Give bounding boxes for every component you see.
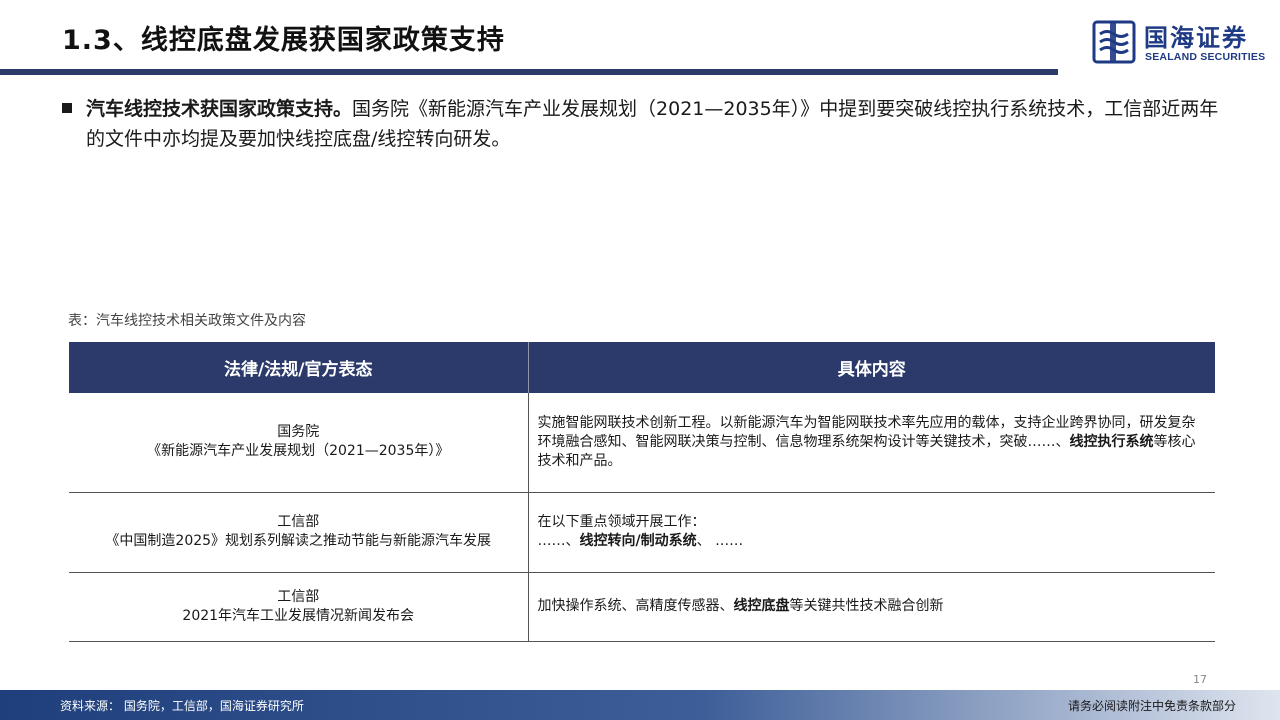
table-header-row: 法律/法规/官方表态 具体内容 bbox=[69, 342, 1215, 393]
policy-source-cell: 工信部 2021年汽车工业发展情况新闻发布会 bbox=[69, 572, 529, 642]
policy-issuer: 国务院 bbox=[277, 424, 320, 441]
sealand-logo-icon bbox=[1092, 20, 1136, 64]
table-row: 工信部 《中国制造2025》规划系列解读之推动节能与新能源汽车发展 在以下重点领… bbox=[69, 492, 1215, 573]
content-highlight: 线控转向/制动系统 bbox=[579, 533, 697, 549]
policy-content-cell: 实施智能网联技术创新工程。以新能源汽车为智能网联技术率先应用的载体，支持企业跨界… bbox=[528, 393, 1215, 493]
table-row: 工信部 2021年汽车工业发展情况新闻发布会 加快操作系统、高精度传感器、线控底… bbox=[69, 572, 1215, 642]
policy-content-cell: 加快操作系统、高精度传感器、线控底盘等关键共性技术融合创新 bbox=[528, 572, 1215, 642]
policy-document: 《中国制造2025》规划系列解读之推动节能与新能源汽车发展 bbox=[105, 533, 492, 549]
table-caption: 表：汽车线控技术相关政策文件及内容 bbox=[68, 313, 306, 329]
logo-chinese-name: 国海证券 bbox=[1144, 24, 1248, 52]
slide-title: 1.3、线控底盘发展获国家政策支持 bbox=[62, 25, 505, 56]
content-line: ……、线控转向/制动系统、 …… bbox=[538, 532, 1208, 551]
policy-issuer: 工信部 bbox=[277, 514, 320, 530]
page-number: 17 bbox=[1193, 673, 1207, 686]
footer-disclaimer: 请务必阅读附注中免责条款部分 bbox=[1067, 699, 1236, 713]
content-text: 加快操作系统、高精度传感器、 bbox=[537, 598, 734, 614]
title-underline bbox=[0, 69, 1058, 75]
policy-content-cell: 在以下重点领域开展工作： ……、线控转向/制动系统、 …… bbox=[528, 492, 1215, 573]
content-text: 在以下重点领域开展工作： bbox=[537, 514, 706, 530]
policy-document: 2021年汽车工业发展情况新闻发布会 bbox=[182, 607, 415, 624]
content-text: ……、 bbox=[537, 533, 580, 549]
content-highlight: 线控执行系统 bbox=[1069, 433, 1154, 450]
intro-paragraph: 汽车线控技术获国家政策支持。国务院《新能源汽车产业发展规划（2021—2035年… bbox=[86, 94, 1236, 154]
policy-table: 法律/法规/官方表态 具体内容 国务院 《新能源汽车产业发展规划（2021—20… bbox=[69, 342, 1215, 642]
policy-issuer: 工信部 bbox=[277, 588, 320, 605]
table-row: 国务院 《新能源汽车产业发展规划（2021—2035年）》 实施智能网联技术创新… bbox=[69, 393, 1215, 493]
content-text: 、 …… bbox=[696, 533, 744, 549]
footer-source: 资料来源： 国务院，工信部，国海证券研究所 bbox=[60, 699, 304, 713]
bullet-square-icon bbox=[62, 103, 72, 113]
sealand-logo: 国海证券 SEALAND SECURITIES bbox=[1092, 18, 1272, 68]
footer-bar: 资料来源： 国务院，工信部，国海证券研究所 请务必阅读附注中免责条款部分 bbox=[0, 690, 1280, 720]
logo-english-name: SEALAND SECURITIES bbox=[1145, 51, 1266, 63]
policy-source-cell: 国务院 《新能源汽车产业发展规划（2021—2035年）》 bbox=[69, 393, 529, 493]
content-highlight: 线控底盘 bbox=[733, 598, 790, 614]
header-law-regulation: 法律/法规/官方表态 bbox=[69, 342, 529, 393]
policy-source-cell: 工信部 《中国制造2025》规划系列解读之推动节能与新能源汽车发展 bbox=[69, 492, 529, 573]
intro-bold-lead: 汽车线控技术获国家政策支持。 bbox=[86, 98, 353, 120]
policy-document: 《新能源汽车产业发展规划（2021—2035年）》 bbox=[147, 443, 450, 460]
content-text: 等关键共性技术融合创新 bbox=[789, 598, 944, 614]
header-specific-content: 具体内容 bbox=[528, 342, 1215, 393]
